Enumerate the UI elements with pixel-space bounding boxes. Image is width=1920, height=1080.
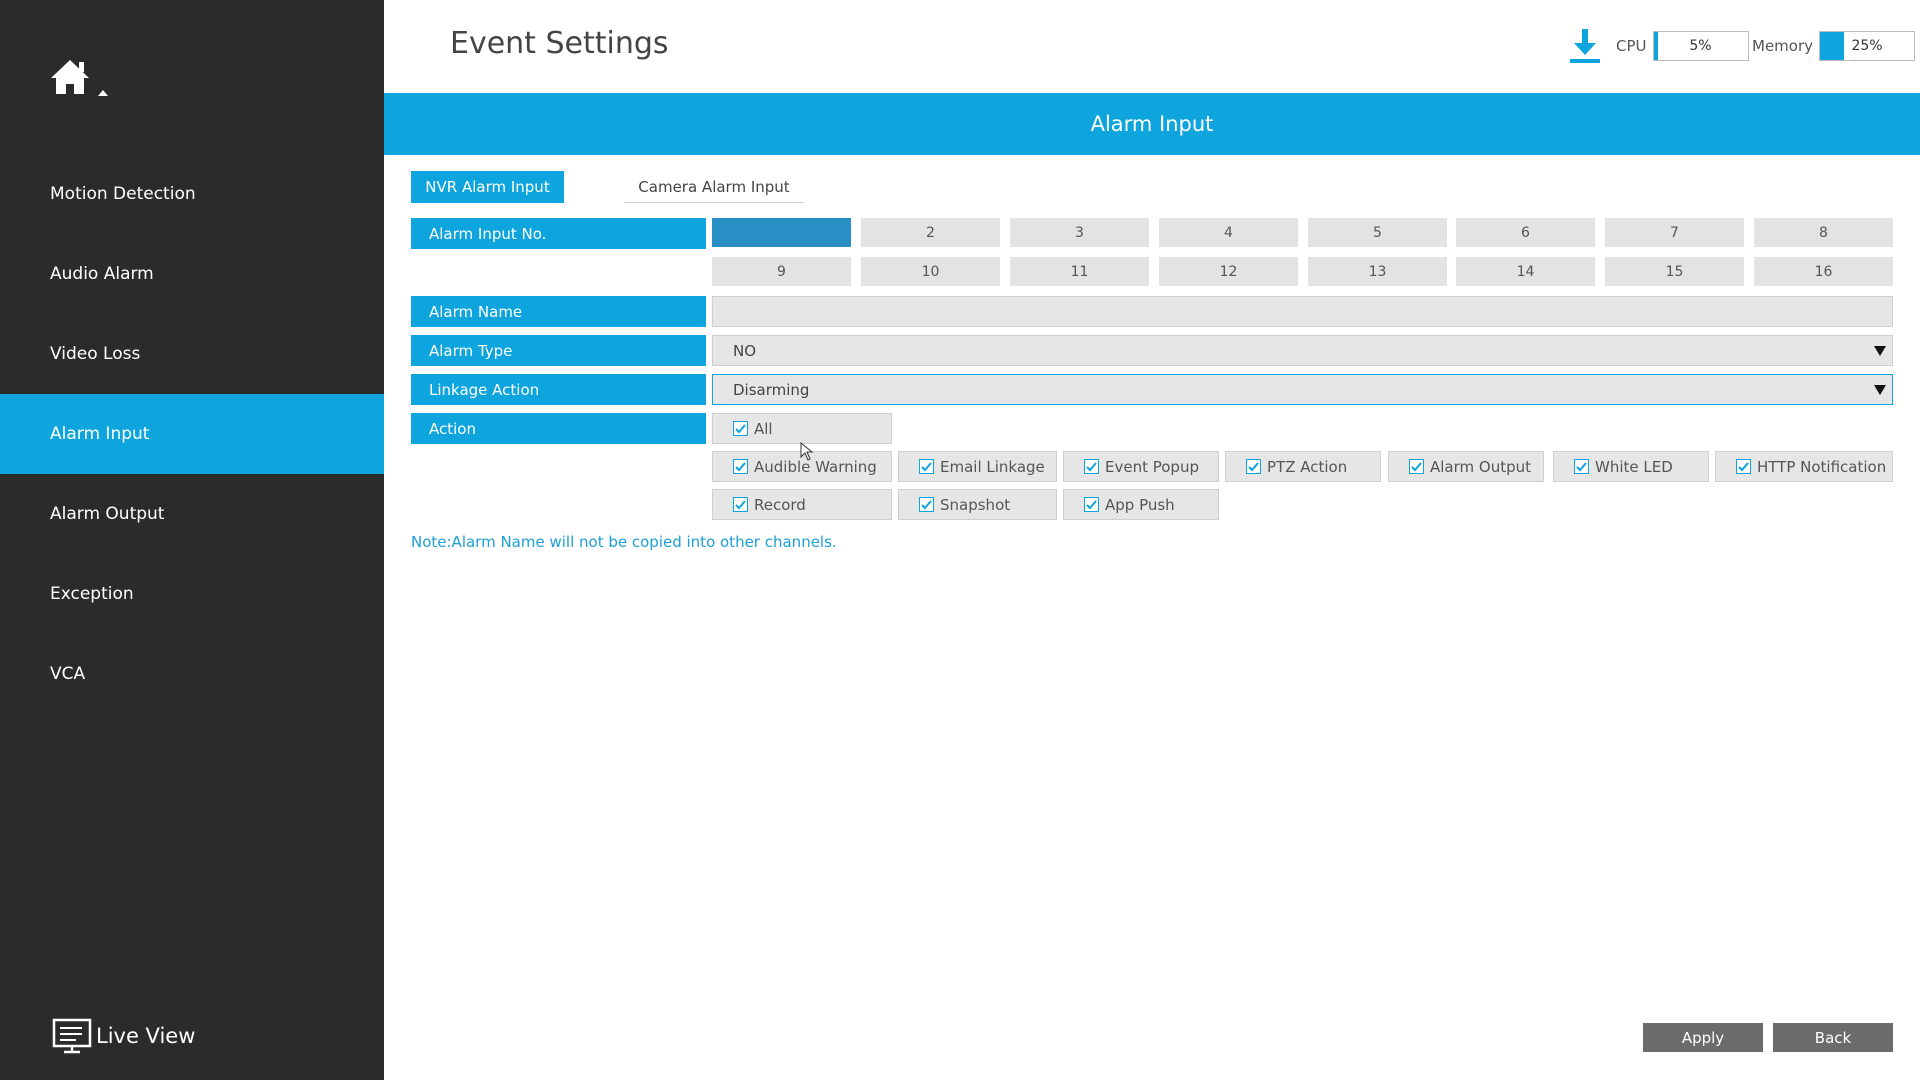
channel-button-9[interactable]: 9: [712, 257, 851, 286]
channel-button-2[interactable]: 2: [861, 218, 1000, 247]
action-checkbox-snapshot[interactable]: Snapshot: [898, 489, 1057, 520]
channel-button-5[interactable]: 5: [1308, 218, 1447, 247]
live-view-label: Live View: [96, 1024, 196, 1048]
checkmark-icon: [1084, 459, 1099, 474]
sidebar-item-label: Video Loss: [50, 344, 141, 364]
channel-button-10[interactable]: 10: [861, 257, 1000, 286]
channel-button-12[interactable]: 12: [1159, 257, 1298, 286]
sidebar: Motion Detection Audio Alarm Video Loss …: [0, 0, 384, 1080]
cpu-meter: 5%: [1652, 31, 1749, 61]
tab-nvr-alarm-input[interactable]: NVR Alarm Input: [411, 171, 564, 203]
action-label-http-notification: HTTP Notification: [1757, 457, 1887, 476]
download-icon[interactable]: [1568, 28, 1602, 64]
cpu-value: 5%: [1689, 38, 1712, 54]
sidebar-item-exception[interactable]: Exception: [0, 554, 384, 634]
sidebar-item-label: Audio Alarm: [50, 264, 154, 284]
sidebar-item-alarm-input[interactable]: Alarm Input: [0, 394, 384, 474]
note-text: Note:Alarm Name will not be copied into …: [411, 533, 837, 551]
sidebar-item-vca[interactable]: VCA: [0, 634, 384, 714]
memory-usage: Memory 25%: [1752, 28, 1916, 64]
checkmark-icon: [1084, 497, 1099, 512]
checkmark-icon: [1574, 459, 1589, 474]
action-checkbox-white-led[interactable]: White LED: [1553, 451, 1709, 482]
channel-button-14[interactable]: 14: [1456, 257, 1595, 286]
checkmark-icon: [1409, 459, 1424, 474]
linkage-action-value: Disarming: [733, 380, 810, 399]
page-title: Event Settings: [450, 26, 669, 61]
action-label-snapshot: Snapshot: [940, 495, 1011, 514]
alarm-name-label: Alarm Name: [411, 296, 706, 327]
action-label-app-push: App Push: [1105, 495, 1175, 514]
memory-meter-fill: [1820, 32, 1844, 60]
home-icon[interactable]: [48, 56, 108, 104]
sidebar-item-motion-detection[interactable]: Motion Detection: [0, 154, 384, 234]
action-label-email-linkage: Email Linkage: [940, 457, 1045, 476]
sidebar-item-label: Exception: [50, 584, 134, 604]
channel-button-6[interactable]: 6: [1456, 218, 1595, 247]
channel-button-4[interactable]: 4: [1159, 218, 1298, 247]
memory-label: Memory: [1752, 37, 1814, 55]
sidebar-item-audio-alarm[interactable]: Audio Alarm: [0, 234, 384, 314]
channel-button-16[interactable]: 16: [1754, 257, 1893, 286]
channel-button-7[interactable]: 7: [1605, 218, 1744, 247]
cpu-label: CPU: [1616, 37, 1647, 55]
sidebar-item-label: Alarm Output: [50, 504, 165, 524]
linkage-action-select[interactable]: Disarming: [712, 374, 1893, 405]
sidebar-item-alarm-output[interactable]: Alarm Output: [0, 474, 384, 554]
alarm-type-select[interactable]: NO: [712, 335, 1893, 366]
monitor-icon: [52, 1018, 92, 1054]
cpu-meter-fill: [1653, 32, 1659, 60]
action-label-white-led: White LED: [1595, 457, 1673, 476]
channel-button-11[interactable]: 11: [1010, 257, 1149, 286]
alarm-type-label: Alarm Type: [411, 335, 706, 366]
tab-camera-alarm-input[interactable]: Camera Alarm Input: [624, 171, 804, 203]
checkmark-icon: [919, 497, 934, 512]
checkmark-icon: [1246, 459, 1261, 474]
action-checkbox-alarm-output[interactable]: Alarm Output: [1388, 451, 1544, 482]
channel-button-15[interactable]: 15: [1605, 257, 1744, 286]
mouse-cursor-icon: [800, 441, 816, 466]
live-view-button[interactable]: Live View: [52, 1018, 195, 1054]
sidebar-item-label: VCA: [50, 664, 86, 684]
sidebar-item-label: Alarm Input: [50, 424, 150, 444]
memory-value: 25%: [1851, 38, 1883, 54]
back-button[interactable]: Back: [1773, 1023, 1893, 1052]
action-label: Action: [411, 413, 706, 444]
action-label-event-popup: Event Popup: [1105, 457, 1199, 476]
channel-button-8[interactable]: 8: [1754, 218, 1893, 247]
action-label-ptz-action: PTZ Action: [1267, 457, 1348, 476]
action-checkbox-event-popup[interactable]: Event Popup: [1063, 451, 1219, 482]
memory-meter: 25%: [1819, 31, 1916, 61]
checkmark-icon: [919, 459, 934, 474]
checkmark-icon: [733, 459, 748, 474]
action-checkbox-record[interactable]: Record: [712, 489, 892, 520]
apply-button[interactable]: Apply: [1643, 1023, 1763, 1052]
action-label-alarm-output: Alarm Output: [1430, 457, 1532, 476]
checkmark-icon: [1736, 459, 1751, 474]
section-banner: Alarm Input: [384, 93, 1920, 155]
sidebar-item-video-loss[interactable]: Video Loss: [0, 314, 384, 394]
alarm-type-value: NO: [733, 341, 757, 360]
action-label-record: Record: [754, 495, 806, 514]
action-checkbox-ptz-action[interactable]: PTZ Action: [1225, 451, 1381, 482]
action-checkbox-all[interactable]: All: [712, 413, 892, 444]
action-checkbox-email-linkage[interactable]: Email Linkage: [898, 451, 1057, 482]
action-checkbox-http-notification[interactable]: HTTP Notification: [1715, 451, 1893, 482]
channel-button-3[interactable]: 3: [1010, 218, 1149, 247]
action-checkbox-app-push[interactable]: App Push: [1063, 489, 1219, 520]
dropdown-arrow-icon: [1874, 346, 1886, 356]
sidebar-item-label: Motion Detection: [50, 184, 196, 204]
action-label-all: All: [754, 419, 773, 438]
alarm-name-input[interactable]: [712, 296, 1893, 327]
dropdown-arrow-icon: [1874, 385, 1886, 395]
alarm-input-no-label: Alarm Input No.: [411, 218, 706, 249]
channel-button-13[interactable]: 13: [1308, 257, 1447, 286]
checkmark-icon: [733, 497, 748, 512]
checkmark-icon: [733, 421, 748, 436]
cpu-usage: CPU 5%: [1616, 28, 1749, 64]
linkage-action-label: Linkage Action: [411, 374, 706, 405]
channel-button-1[interactable]: 1: [712, 218, 851, 247]
